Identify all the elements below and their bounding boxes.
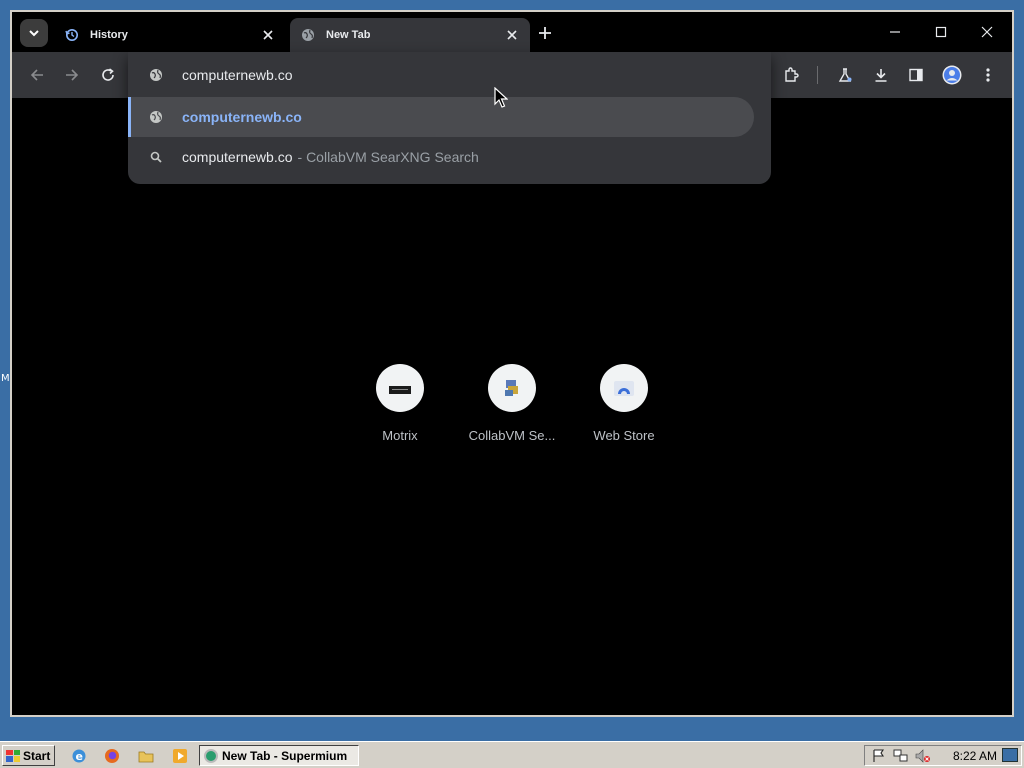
puzzle-icon xyxy=(785,67,799,82)
address-input-value[interactable]: computernewb.co xyxy=(182,67,293,83)
suggestion-row-selected[interactable]: computernewb.co xyxy=(128,97,754,137)
omnibox-dropdown: computernewb.co computernewb.co computer… xyxy=(128,52,771,184)
motrix-icon xyxy=(376,364,424,412)
globe-icon xyxy=(148,109,164,125)
minimize-icon xyxy=(890,31,900,33)
collabvm-icon xyxy=(488,364,536,412)
svg-text:e: e xyxy=(76,750,83,763)
tab-strip: History New Tab xyxy=(12,12,1012,52)
close-icon xyxy=(981,26,993,38)
reload-icon xyxy=(102,68,114,81)
tab-history[interactable]: History xyxy=(54,18,286,52)
network-icon[interactable] xyxy=(893,748,909,764)
forward-arrow-icon xyxy=(66,69,79,81)
desktop-stray-letter: M xyxy=(1,373,10,384)
tab-search-button[interactable] xyxy=(20,19,48,47)
suggestion-text: computernewb.co xyxy=(182,149,293,165)
suggestion-text: computernewb.co xyxy=(182,109,302,125)
profile-button[interactable] xyxy=(939,62,965,88)
flask-icon xyxy=(838,68,852,82)
taskbar-button-label: New Tab - Supermium xyxy=(222,748,348,763)
shortcut-label: Motrix xyxy=(382,428,418,443)
system-tray: 8:22 AM xyxy=(864,745,1022,766)
forward-button[interactable] xyxy=(59,62,85,88)
avatar-icon xyxy=(942,65,962,85)
back-arrow-icon xyxy=(30,69,43,81)
ie-icon[interactable]: e xyxy=(70,747,88,765)
shortcut-collabvm[interactable]: CollabVM Se... xyxy=(457,364,567,443)
show-desktop-icon[interactable] xyxy=(1002,748,1018,762)
side-panel-button[interactable] xyxy=(903,62,929,88)
folder-icon[interactable] xyxy=(137,747,155,765)
more-vert-icon xyxy=(986,68,990,82)
tab-title: New Tab xyxy=(326,29,371,41)
start-label: Start xyxy=(23,748,51,763)
back-button[interactable] xyxy=(24,62,50,88)
suggestion-suffix: - CollabVM SearXNG Search xyxy=(297,149,479,165)
shortcut-web-store[interactable]: Web Store xyxy=(569,364,679,443)
suggestion-row-search[interactable]: computernewb.co - CollabVM SearXNG Searc… xyxy=(128,139,771,175)
download-icon xyxy=(875,69,887,82)
taskbar: Start e New Tab - Supermium 8:22 AM xyxy=(0,741,1024,768)
media-player-icon[interactable] xyxy=(171,747,189,765)
maximize-icon xyxy=(935,26,947,38)
shortcut-label: Web Store xyxy=(593,428,655,443)
mouse-cursor-icon xyxy=(494,87,508,108)
downloads-button[interactable] xyxy=(868,62,894,88)
tab-close-icon[interactable] xyxy=(504,27,520,43)
tab-new-tab[interactable]: New Tab xyxy=(290,18,530,52)
globe-icon xyxy=(148,67,164,83)
plus-icon xyxy=(539,27,551,39)
reload-button[interactable] xyxy=(95,62,121,88)
shortcut-motrix[interactable]: Motrix xyxy=(345,364,455,443)
labs-button[interactable] xyxy=(832,62,858,88)
search-icon xyxy=(148,149,164,165)
browser-window: History New Tab computernewb.co computer… xyxy=(10,10,1014,717)
toolbar-separator xyxy=(817,66,818,84)
chevron-down-icon xyxy=(29,30,39,37)
extensions-button[interactable] xyxy=(778,62,804,88)
tab-title: History xyxy=(90,29,128,41)
history-icon xyxy=(64,27,80,43)
firefox-icon[interactable] xyxy=(103,747,121,765)
supermium-icon xyxy=(204,748,218,763)
web-store-icon xyxy=(600,364,648,412)
windows-logo-icon xyxy=(6,749,20,762)
globe-icon xyxy=(300,27,316,43)
clock[interactable]: 8:22 AM xyxy=(953,749,997,763)
minimize-button[interactable] xyxy=(882,20,908,44)
close-window-button[interactable] xyxy=(974,20,1000,44)
tab-close-icon[interactable] xyxy=(260,27,276,43)
menu-button[interactable] xyxy=(975,62,1001,88)
flag-icon[interactable] xyxy=(871,748,887,764)
shortcut-label: CollabVM Se... xyxy=(468,428,556,443)
address-bar[interactable]: computernewb.co xyxy=(128,62,771,88)
maximize-button[interactable] xyxy=(928,20,954,44)
new-tab-button[interactable] xyxy=(534,22,556,44)
taskbar-button-supermium[interactable]: New Tab - Supermium xyxy=(199,745,359,766)
volume-muted-icon[interactable] xyxy=(915,748,931,764)
start-button[interactable]: Start xyxy=(2,745,55,766)
side-panel-icon xyxy=(909,68,923,82)
